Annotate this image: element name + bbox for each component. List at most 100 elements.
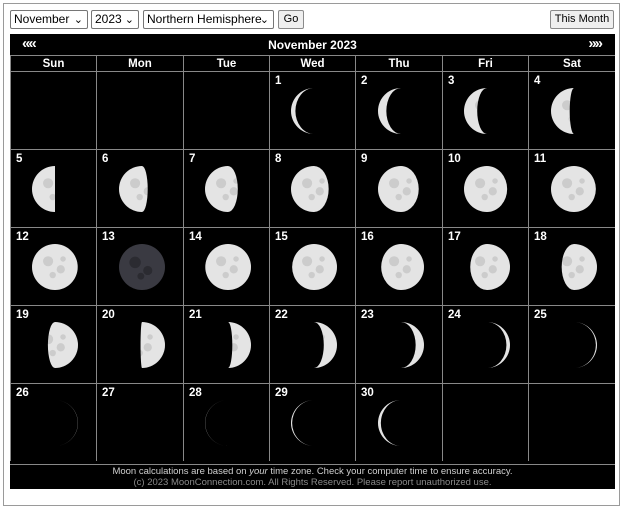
day-number: 25 (534, 309, 547, 321)
copyright-note: (c) 2023 MoonConnection.com. All Rights … (133, 477, 492, 488)
calendar-day-cell: 23 (355, 305, 442, 383)
moon-phase-icon (551, 88, 597, 134)
calendar-day-cell: 3 (442, 71, 528, 149)
timezone-note: Moon calculations are based on your time… (112, 466, 513, 477)
calendar-day-cell: 30 (355, 383, 442, 461)
weekday-header: Wed (269, 55, 355, 71)
moon-phase-icon (464, 244, 510, 290)
moon-phase-icon (464, 88, 510, 134)
moon-phase-icon (32, 400, 78, 446)
calendar-day-cell: 29 (269, 383, 355, 461)
calendar-title-bar: «« November 2023 »» (10, 34, 615, 55)
calendar-day-cell: 4 (528, 71, 615, 149)
moon-phase-icon (119, 400, 165, 446)
month-select[interactable]: November ⌄ (10, 10, 88, 29)
day-number: 27 (102, 387, 115, 399)
moon-phase-icon (378, 322, 424, 368)
calendar-day-cell: 14 (183, 227, 269, 305)
calendar-day-cell: 18 (528, 227, 615, 305)
weekday-header: Fri (442, 55, 528, 71)
day-number: 1 (275, 75, 282, 87)
calendar-day-cell: 20 (96, 305, 183, 383)
calendar-day-cell: 16 (355, 227, 442, 305)
moon-phase-icon (119, 166, 165, 212)
chevron-down-icon: ⌄ (259, 14, 269, 26)
moon-calendar: «« November 2023 »» Sun Mon Tue Wed Thu Fri Sa… (10, 34, 615, 489)
month-select-value: November (14, 12, 70, 26)
moon-phase-icon (378, 244, 424, 290)
day-number: 2 (361, 75, 368, 87)
day-number: 5 (16, 153, 23, 165)
controls-bar: November ⌄ 2023 ⌄ Northern Hemisphere ⌄ … (10, 10, 615, 30)
weekday-header: Thu (355, 55, 442, 71)
calendar-day-cell: 5 (10, 149, 96, 227)
calendar-day-cell: 19 (10, 305, 96, 383)
moon-phase-icon (378, 88, 424, 134)
calendar-day-cell: 13 (96, 227, 183, 305)
moon-phase-icon (291, 400, 337, 446)
moon-phase-icon (551, 244, 597, 290)
calendar-day-cell: 15 (269, 227, 355, 305)
moon-phase-icon (551, 322, 597, 368)
hemisphere-select-value: Northern Hemisphere (147, 12, 262, 26)
day-number: 12 (16, 231, 29, 243)
day-number: 17 (448, 231, 461, 243)
calendar-day-cell: 2 (355, 71, 442, 149)
day-number: 6 (102, 153, 109, 165)
moon-phase-icon (119, 322, 165, 368)
empty-day-cell (183, 71, 269, 149)
day-number: 19 (16, 309, 29, 321)
day-number: 4 (534, 75, 541, 87)
day-number: 13 (102, 231, 115, 243)
day-number: 9 (361, 153, 368, 165)
day-number: 28 (189, 387, 202, 399)
moon-phase-icon (205, 166, 251, 212)
moon-phase-icon (291, 322, 337, 368)
calendar-day-cell: 22 (269, 305, 355, 383)
moon-phase-icon (32, 166, 78, 212)
chevron-down-icon: ⌄ (73, 14, 83, 26)
next-month-link[interactable]: »» (588, 35, 603, 52)
moon-phase-icon (291, 166, 337, 212)
chevron-down-icon: ⌄ (124, 14, 134, 26)
day-number: 24 (448, 309, 461, 321)
day-number: 16 (361, 231, 374, 243)
calendar-footer: Moon calculations are based on your time… (10, 464, 615, 489)
calendar-day-cell: 17 (442, 227, 528, 305)
day-number: 30 (361, 387, 374, 399)
calendar-day-cell: 11 (528, 149, 615, 227)
weekday-header: Sun (10, 55, 96, 71)
day-number: 26 (16, 387, 29, 399)
moon-phase-icon (551, 166, 597, 212)
moon-phase-icon (291, 88, 337, 134)
year-select[interactable]: 2023 ⌄ (91, 10, 139, 29)
moon-phase-icon (464, 322, 510, 368)
calendar-day-cell: 6 (96, 149, 183, 227)
day-number: 29 (275, 387, 288, 399)
calendar-day-cell: 12 (10, 227, 96, 305)
day-number: 21 (189, 309, 202, 321)
calendar-day-cell: 10 (442, 149, 528, 227)
day-number: 22 (275, 309, 288, 321)
calendar-day-cell: 24 (442, 305, 528, 383)
calendar-day-cell: 8 (269, 149, 355, 227)
calendar-day-cell: 9 (355, 149, 442, 227)
hemisphere-select[interactable]: Northern Hemisphere ⌄ (143, 10, 274, 29)
calendar-day-cell: 21 (183, 305, 269, 383)
moon-phase-icon (32, 244, 78, 290)
day-number: 11 (534, 153, 547, 165)
calendar-day-cell: 26 (10, 383, 96, 461)
calendar-day-cell: 25 (528, 305, 615, 383)
moon-phase-icon (205, 400, 251, 446)
empty-day-cell (442, 383, 528, 461)
moon-phase-icon (378, 400, 424, 446)
day-number: 8 (275, 153, 282, 165)
this-month-button[interactable]: This Month (550, 10, 614, 29)
day-number: 20 (102, 309, 115, 321)
moon-phase-icon (119, 244, 165, 290)
moon-phase-icon (205, 322, 251, 368)
day-number: 14 (189, 231, 202, 243)
go-button[interactable]: Go (278, 10, 304, 29)
weekday-header: Mon (96, 55, 183, 71)
day-number: 23 (361, 309, 374, 321)
